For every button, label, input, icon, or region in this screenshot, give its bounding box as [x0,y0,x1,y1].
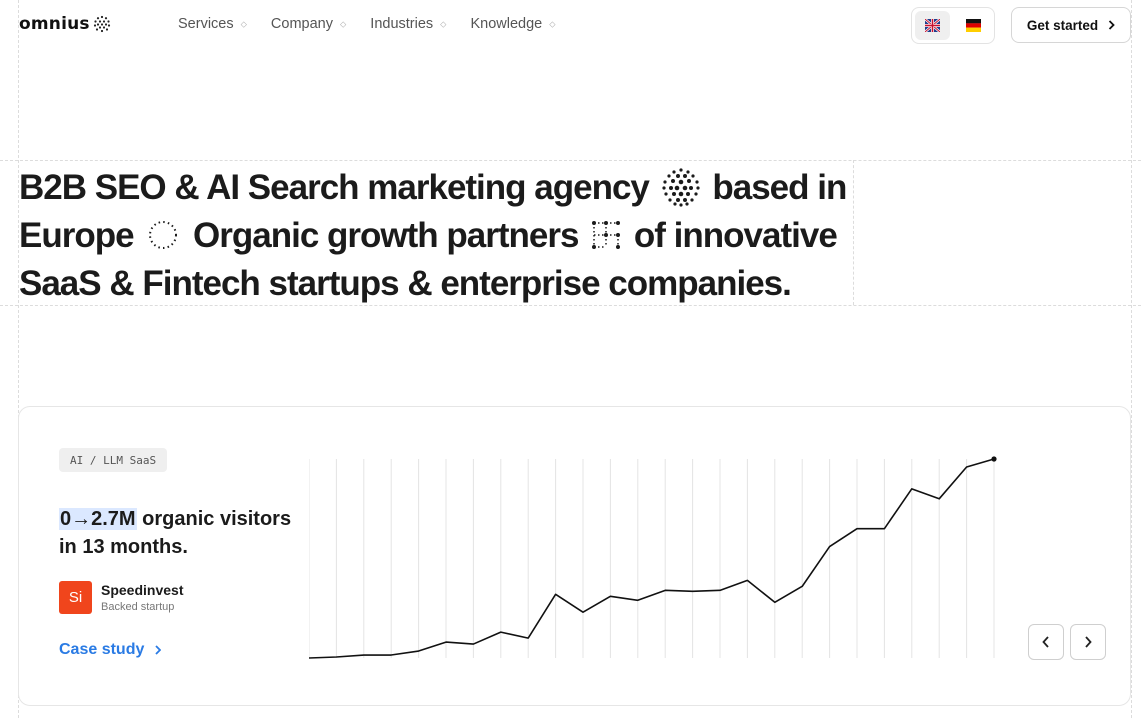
logo-dots-icon [93,15,110,33]
main-nav: Services ⬦ Company ⬦ Industries ⬦ Knowle… [178,16,556,32]
company-name: Speedinvest [101,582,184,598]
nav-label: Industries [370,16,434,32]
lang-german-button[interactable] [956,11,991,40]
nav-label: Knowledge [470,16,543,32]
logo-text: omnius [19,14,90,34]
headline-text: of innovative [633,216,838,255]
site-header: omnius Services ⬦ Company ⬦ Industries ⬦… [0,0,1141,50]
case-study-label: Case study [59,641,145,658]
nav-label: Services [178,16,234,32]
company-subtitle: Backed startup [101,601,175,613]
guide-line [0,160,1141,161]
industry-tag: AI / LLM SaaS [59,448,168,472]
series-line [309,458,995,659]
guide-line [853,160,854,305]
company-logo: Si [59,581,92,614]
chevron-updown-icon: ⬦ [440,18,447,29]
case-study-card: AI / LLM SaaS 0→2.7M organic visitors in… [18,406,1131,706]
chevron-updown-icon: ⬦ [240,18,247,29]
nav-item-company[interactable]: Company ⬦ [271,16,346,32]
nav-item-knowledge[interactable]: Knowledge ⬦ [470,16,555,32]
nav-label: Company [270,16,333,32]
end-point-marker [991,456,997,462]
nav-item-services[interactable]: Services ⬦ [178,16,247,32]
cta-label: Get started [1026,17,1099,33]
previous-button[interactable] [1028,624,1064,660]
uk-flag-icon [925,19,940,32]
headline-text: Organic growth partners [193,216,579,255]
stat-highlight: 0→2.7M [59,508,137,530]
chevron-updown-icon: ⬦ [339,18,347,29]
logo[interactable]: omnius [19,14,111,34]
language-switcher [911,7,995,44]
headline-text: based in [712,168,847,207]
dotted-network-icon [592,220,621,249]
case-stat: 0→2.7M organic visitors in 13 months. [59,505,299,561]
chevron-right-icon [155,645,162,655]
guide-line [1131,0,1132,718]
get-started-button[interactable]: Get started [1011,7,1131,43]
headline-text: SaaS & Fintech startups & enterprise com… [19,264,792,303]
case-study-link[interactable]: Case study [59,641,162,659]
next-button[interactable] [1070,624,1106,660]
hero-headline: B2B SEO & AI Search marketing agency bas… [19,164,853,308]
chevron-right-icon [1109,20,1115,30]
german-flag-icon [966,19,981,32]
carousel-controls [1028,624,1106,660]
chevron-updown-icon: ⬦ [549,18,556,29]
dotted-sphere-icon [662,168,700,207]
lang-english-button[interactable] [915,11,950,40]
chevron-right-icon [1085,636,1092,648]
dotted-circle-icon [149,220,178,249]
chevron-left-icon [1042,636,1049,648]
headline-text: Europe [19,216,135,255]
nav-item-industries[interactable]: Industries ⬦ [370,16,446,32]
growth-chart [309,456,997,659]
company-info: Si Speedinvest Backed startup [59,581,183,614]
headline-text: B2B SEO & AI Search marketing agency [19,168,650,207]
